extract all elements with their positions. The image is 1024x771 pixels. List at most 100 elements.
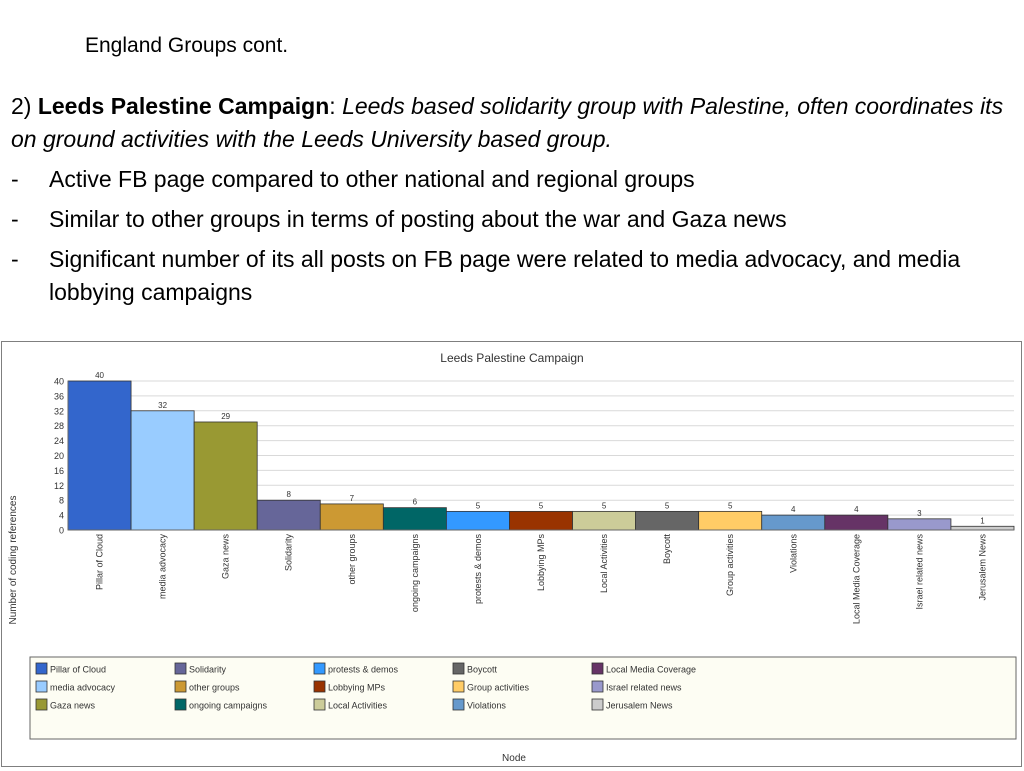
data-label: 1 [980, 516, 985, 525]
y-tick-label: 24 [54, 436, 64, 446]
bar-chart: Leeds Palestine Campaign Number of codin… [8, 351, 1017, 764]
category-label: Pillar of Cloud [95, 534, 105, 590]
bar [193, 421, 258, 531]
data-label: 4 [854, 505, 859, 514]
bar [382, 507, 447, 531]
y-tick-label: 8 [59, 496, 64, 506]
bullet-item: - Similar to other groups in terms of po… [11, 203, 1011, 236]
category-label: Local Media Coverage [851, 534, 861, 624]
legend-swatch [591, 698, 604, 711]
y-tick-label: 20 [54, 451, 64, 461]
bullet-marker: - [11, 166, 19, 192]
bar [67, 380, 132, 531]
legend-swatch [313, 680, 326, 693]
data-label: 4 [791, 505, 796, 514]
category-label: Gaza news [221, 534, 231, 580]
legend-swatch [174, 680, 187, 693]
category-label: Solidarity [284, 534, 294, 572]
data-label: 32 [158, 401, 167, 410]
category-label: Lobbying MPs [536, 534, 546, 592]
legend-label: media advocacy [50, 683, 116, 693]
legend-swatch [452, 662, 465, 675]
legend-label: Local Activities [328, 701, 388, 711]
bullet-text: Significant number of its all posts on F… [49, 246, 961, 305]
bullet-item: - Significant number of its all posts on… [11, 243, 1011, 309]
category-label: protests & demos [473, 534, 483, 605]
legend-label: Violations [467, 701, 506, 711]
legend-label: Jerusalem News [606, 701, 673, 711]
y-axis-label: Number of coding references [8, 496, 19, 625]
bar [824, 514, 889, 531]
bullet-text: Similar to other groups in terms of post… [49, 206, 787, 232]
data-label: 40 [95, 371, 104, 380]
bar [445, 510, 510, 531]
category-label: other groups [347, 534, 357, 585]
legend-label: Pillar of Cloud [50, 665, 106, 675]
legend-swatch [313, 698, 326, 711]
chart-title: Leeds Palestine Campaign [440, 351, 583, 365]
bullet-marker: - [11, 206, 19, 232]
legend-swatch [35, 680, 48, 693]
data-label: 5 [665, 501, 670, 510]
data-label: 5 [602, 501, 607, 510]
bullet-text: Active FB page compared to other nationa… [49, 166, 695, 192]
y-tick-label: 12 [54, 481, 64, 491]
legend-swatch [452, 680, 465, 693]
data-label: 3 [917, 509, 922, 518]
data-label: 5 [728, 501, 733, 510]
category-label: Violations [788, 534, 798, 573]
slide-content: 2) Leeds Palestine Campaign: Leeds based… [11, 90, 1011, 309]
category-label: ongoing campaigns [410, 534, 420, 613]
bar [950, 525, 1015, 531]
slide-title: England Groups cont. [85, 34, 289, 57]
bar [887, 518, 952, 531]
legend-swatch [174, 662, 187, 675]
intro-paragraph: 2) Leeds Palestine Campaign: Leeds based… [11, 90, 1011, 156]
category-label: Group activities [725, 534, 735, 597]
legend-label: protests & demos [328, 665, 399, 675]
bar [319, 503, 384, 531]
data-label: 29 [221, 412, 230, 421]
bullet-item: - Active FB page compared to other natio… [11, 163, 1011, 196]
legend-label: Israel related news [606, 683, 682, 693]
intro-colon: : [329, 93, 343, 119]
data-label: 5 [539, 501, 544, 510]
legend-label: Solidarity [189, 665, 227, 675]
bar [698, 510, 763, 531]
y-tick-label: 4 [59, 511, 64, 521]
legend-label: ongoing campaigns [189, 701, 268, 711]
group-name: Leeds Palestine Campaign [37, 93, 330, 119]
y-tick-label: 32 [54, 406, 64, 416]
bullet-marker: - [11, 246, 19, 272]
category-label: Israel related news [914, 534, 924, 610]
legend-label: Group activities [467, 683, 530, 693]
bar [572, 510, 636, 531]
legend-swatch [591, 662, 604, 675]
bar [635, 510, 700, 531]
bar [509, 510, 573, 531]
y-tick-label: 0 [59, 526, 64, 536]
y-tick-label: 36 [54, 391, 64, 401]
x-axis-label: Node [502, 753, 526, 764]
intro-number: 2) [11, 93, 38, 119]
y-tick-label: 40 [54, 377, 64, 387]
y-tick-label: 16 [54, 466, 64, 476]
bar [256, 499, 321, 531]
legend-swatch [174, 698, 187, 711]
data-label: 5 [476, 501, 481, 510]
data-label: 8 [287, 490, 292, 499]
legend-label: Boycott [467, 665, 498, 675]
legend-label: Gaza news [50, 701, 96, 711]
legend-swatch [452, 698, 465, 711]
legend-label: Lobbying MPs [328, 683, 386, 693]
data-label: 7 [350, 494, 355, 503]
legend-label: Local Media Coverage [606, 665, 696, 675]
chart-frame: Leeds Palestine Campaign Number of codin… [1, 341, 1022, 767]
legend-swatch [591, 680, 604, 693]
data-label: 6 [413, 498, 418, 507]
category-label: Jerusalem News [977, 534, 987, 601]
legend-swatch [313, 662, 326, 675]
legend-swatch [35, 698, 48, 711]
bar [761, 514, 826, 531]
legend-swatch [35, 662, 48, 675]
